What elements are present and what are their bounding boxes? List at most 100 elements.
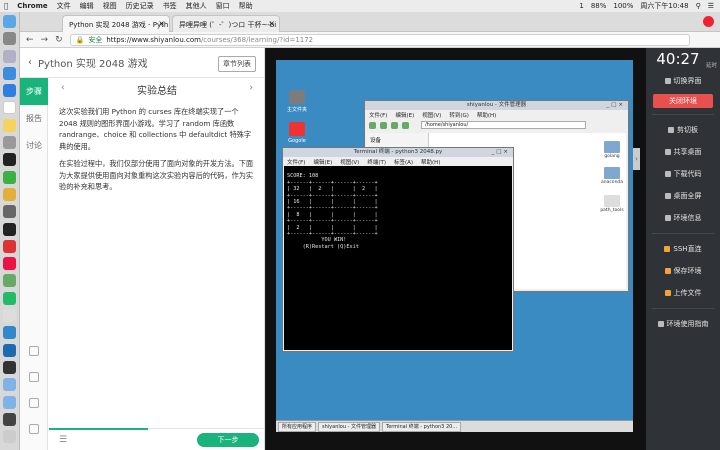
- term-menu-terminal[interactable]: 终端(T): [367, 158, 386, 166]
- avatar[interactable]: [703, 16, 714, 27]
- chevron-left-icon[interactable]: ‹: [28, 57, 32, 68]
- fm-menu-view[interactable]: 视图(V): [422, 111, 441, 119]
- all-apps-button[interactable]: 所有应用程序: [278, 421, 317, 432]
- menu-people[interactable]: 其他人: [186, 1, 207, 11]
- folder-icon[interactable]: [3, 378, 16, 392]
- clock[interactable]: 周六下午10:48: [640, 1, 688, 11]
- appstore-icon[interactable]: [3, 84, 16, 98]
- launchpad-icon[interactable]: [3, 32, 16, 46]
- close-icon[interactable]: ×: [268, 19, 275, 28]
- menu-window[interactable]: 窗口: [216, 1, 230, 11]
- fullscreen-button[interactable]: 桌面全屏: [646, 185, 720, 207]
- terminal-titlebar[interactable]: Terminal 终端 - python3 2048.py _□×: [283, 148, 513, 157]
- menu-bookmarks[interactable]: 书签: [163, 1, 177, 11]
- url-input[interactable]: 🔒 安全 https://www.shiyanlou.com /courses/…: [69, 33, 690, 46]
- clipboard-button[interactable]: 剪切板: [646, 119, 720, 141]
- music-icon[interactable]: [3, 257, 16, 271]
- iterm-icon[interactable]: [3, 291, 16, 305]
- trash-icon[interactable]: [3, 430, 16, 444]
- tab-steps[interactable]: 步骤: [20, 78, 48, 105]
- tab-python-2048[interactable]: Python 实现 2048 游戏 - Pyth ×: [62, 15, 170, 32]
- menu-view[interactable]: 视图: [103, 1, 117, 11]
- folder-golang[interactable]: golang: [600, 141, 624, 159]
- env-guide-link[interactable]: 环境使用指南: [646, 313, 720, 335]
- window-controls-icon[interactable]: _□×: [491, 148, 510, 157]
- folder-icon[interactable]: [3, 395, 16, 409]
- vnc-viewer[interactable]: 主文件夹 Gogole shiyanlou - 文件管理器 _□× 文件(F): [266, 48, 646, 450]
- chapter-list-button[interactable]: 章节列表: [218, 56, 256, 72]
- settings-icon[interactable]: [3, 136, 16, 150]
- apple-icon[interactable]: : [4, 2, 8, 10]
- download-code-button[interactable]: 下载代码: [646, 163, 720, 185]
- info-icon[interactable]: [29, 346, 39, 356]
- chevron-right-icon[interactable]: ›: [633, 148, 640, 170]
- text-editor-icon[interactable]: [3, 309, 16, 323]
- menu-help[interactable]: 帮助: [239, 1, 253, 11]
- calendar-icon[interactable]: [3, 101, 16, 115]
- menu-list-icon[interactable]: ☰: [708, 2, 714, 10]
- term-menu-tabs[interactable]: 标签(A): [394, 158, 413, 166]
- path-input[interactable]: /home/shiyanlou/: [421, 121, 586, 129]
- upload-file-button[interactable]: 上传文件: [646, 282, 720, 304]
- battery-percent[interactable]: 88%: [591, 2, 607, 10]
- terminal-output[interactable]: SCORE: 108 +------+------+------+------+ |…: [284, 166, 512, 350]
- forward-icon[interactable]: →: [41, 35, 49, 45]
- pycharm-icon[interactable]: [3, 326, 16, 340]
- netease-music-icon[interactable]: [3, 239, 16, 253]
- home-folder-shortcut[interactable]: 主文件夹: [282, 90, 312, 113]
- env-info-button[interactable]: 环境信息: [646, 207, 720, 229]
- menu-edit[interactable]: 编辑: [80, 1, 94, 11]
- chevron-left-icon[interactable]: ‹: [61, 83, 65, 93]
- tab-discussion[interactable]: 讨论: [20, 132, 48, 159]
- chat-icon[interactable]: [29, 372, 39, 382]
- app-icon[interactable]: [3, 205, 16, 219]
- fm-menu-file[interactable]: 文件(F): [369, 111, 387, 119]
- folder-anaconda[interactable]: anaconda: [600, 167, 624, 185]
- term-menu-help[interactable]: 帮助(H): [421, 158, 440, 166]
- rocket-icon[interactable]: [3, 49, 16, 63]
- term-menu-file[interactable]: 文件(F): [287, 158, 305, 166]
- back-icon[interactable]: ←: [26, 35, 34, 45]
- document-icon[interactable]: [29, 398, 39, 408]
- menubar-app-name[interactable]: Chrome: [17, 2, 47, 10]
- window-controls-icon[interactable]: _□×: [606, 101, 625, 110]
- taskbar-terminal[interactable]: Terminal 终端 - python3 20...: [381, 421, 462, 432]
- battery-percent-2[interactable]: 100%: [613, 2, 633, 10]
- menu-file[interactable]: 文件: [57, 1, 71, 11]
- photos-icon[interactable]: [3, 274, 16, 288]
- finder-icon[interactable]: [3, 15, 16, 28]
- notes-icon[interactable]: [3, 118, 16, 132]
- reload-icon[interactable]: ↻: [55, 35, 63, 45]
- share-desktop-button[interactable]: 共享桌面: [646, 141, 720, 163]
- fm-menu-go[interactable]: 转到(G): [449, 111, 469, 119]
- wechat-icon[interactable]: [3, 170, 16, 184]
- file-manager-titlebar[interactable]: shiyanlou - 文件管理器 _□×: [365, 101, 628, 110]
- tab-bilibili[interactable]: 异哩异哩 (゜-゜)つロ 干杯~-bi ×: [172, 15, 280, 32]
- safari-icon[interactable]: [3, 66, 16, 80]
- vscode-icon[interactable]: [3, 343, 16, 357]
- tab-report[interactable]: 报告: [20, 105, 48, 132]
- ssh-button[interactable]: SSH直连: [646, 238, 720, 260]
- forward-icon[interactable]: [380, 121, 387, 129]
- gogole-shortcut[interactable]: Gogole: [282, 122, 312, 144]
- downloads-icon[interactable]: [3, 412, 16, 426]
- close-environment-button[interactable]: 关闭环境: [653, 94, 713, 108]
- extend-time-button[interactable]: 延时: [706, 55, 717, 77]
- term-menu-view[interactable]: 视图(V): [340, 158, 359, 166]
- close-icon[interactable]: ×: [158, 19, 165, 28]
- chevron-right-icon[interactable]: ›: [249, 83, 253, 93]
- notification-badge[interactable]: 1: [579, 2, 583, 10]
- list-icon[interactable]: ☰: [59, 435, 67, 445]
- terminal-window[interactable]: Terminal 终端 - python3 2048.py _□× 文件(F) …: [282, 147, 514, 352]
- save-env-button[interactable]: 保存环境: [646, 260, 720, 282]
- next-step-button[interactable]: 下一步: [197, 433, 259, 447]
- chrome-icon[interactable]: [3, 187, 16, 201]
- term-menu-edit[interactable]: 编辑(E): [313, 158, 332, 166]
- qq-icon[interactable]: [3, 153, 16, 167]
- back-icon[interactable]: [369, 121, 376, 129]
- taskbar-file-manager[interactable]: shiyanlou - 文件管理器: [318, 421, 380, 432]
- home-icon[interactable]: [402, 121, 409, 129]
- tool-icon[interactable]: [29, 424, 39, 434]
- search-icon[interactable]: ⚲: [696, 2, 701, 10]
- remote-desktop[interactable]: 主文件夹 Gogole shiyanlou - 文件管理器 _□× 文件(F): [276, 60, 640, 432]
